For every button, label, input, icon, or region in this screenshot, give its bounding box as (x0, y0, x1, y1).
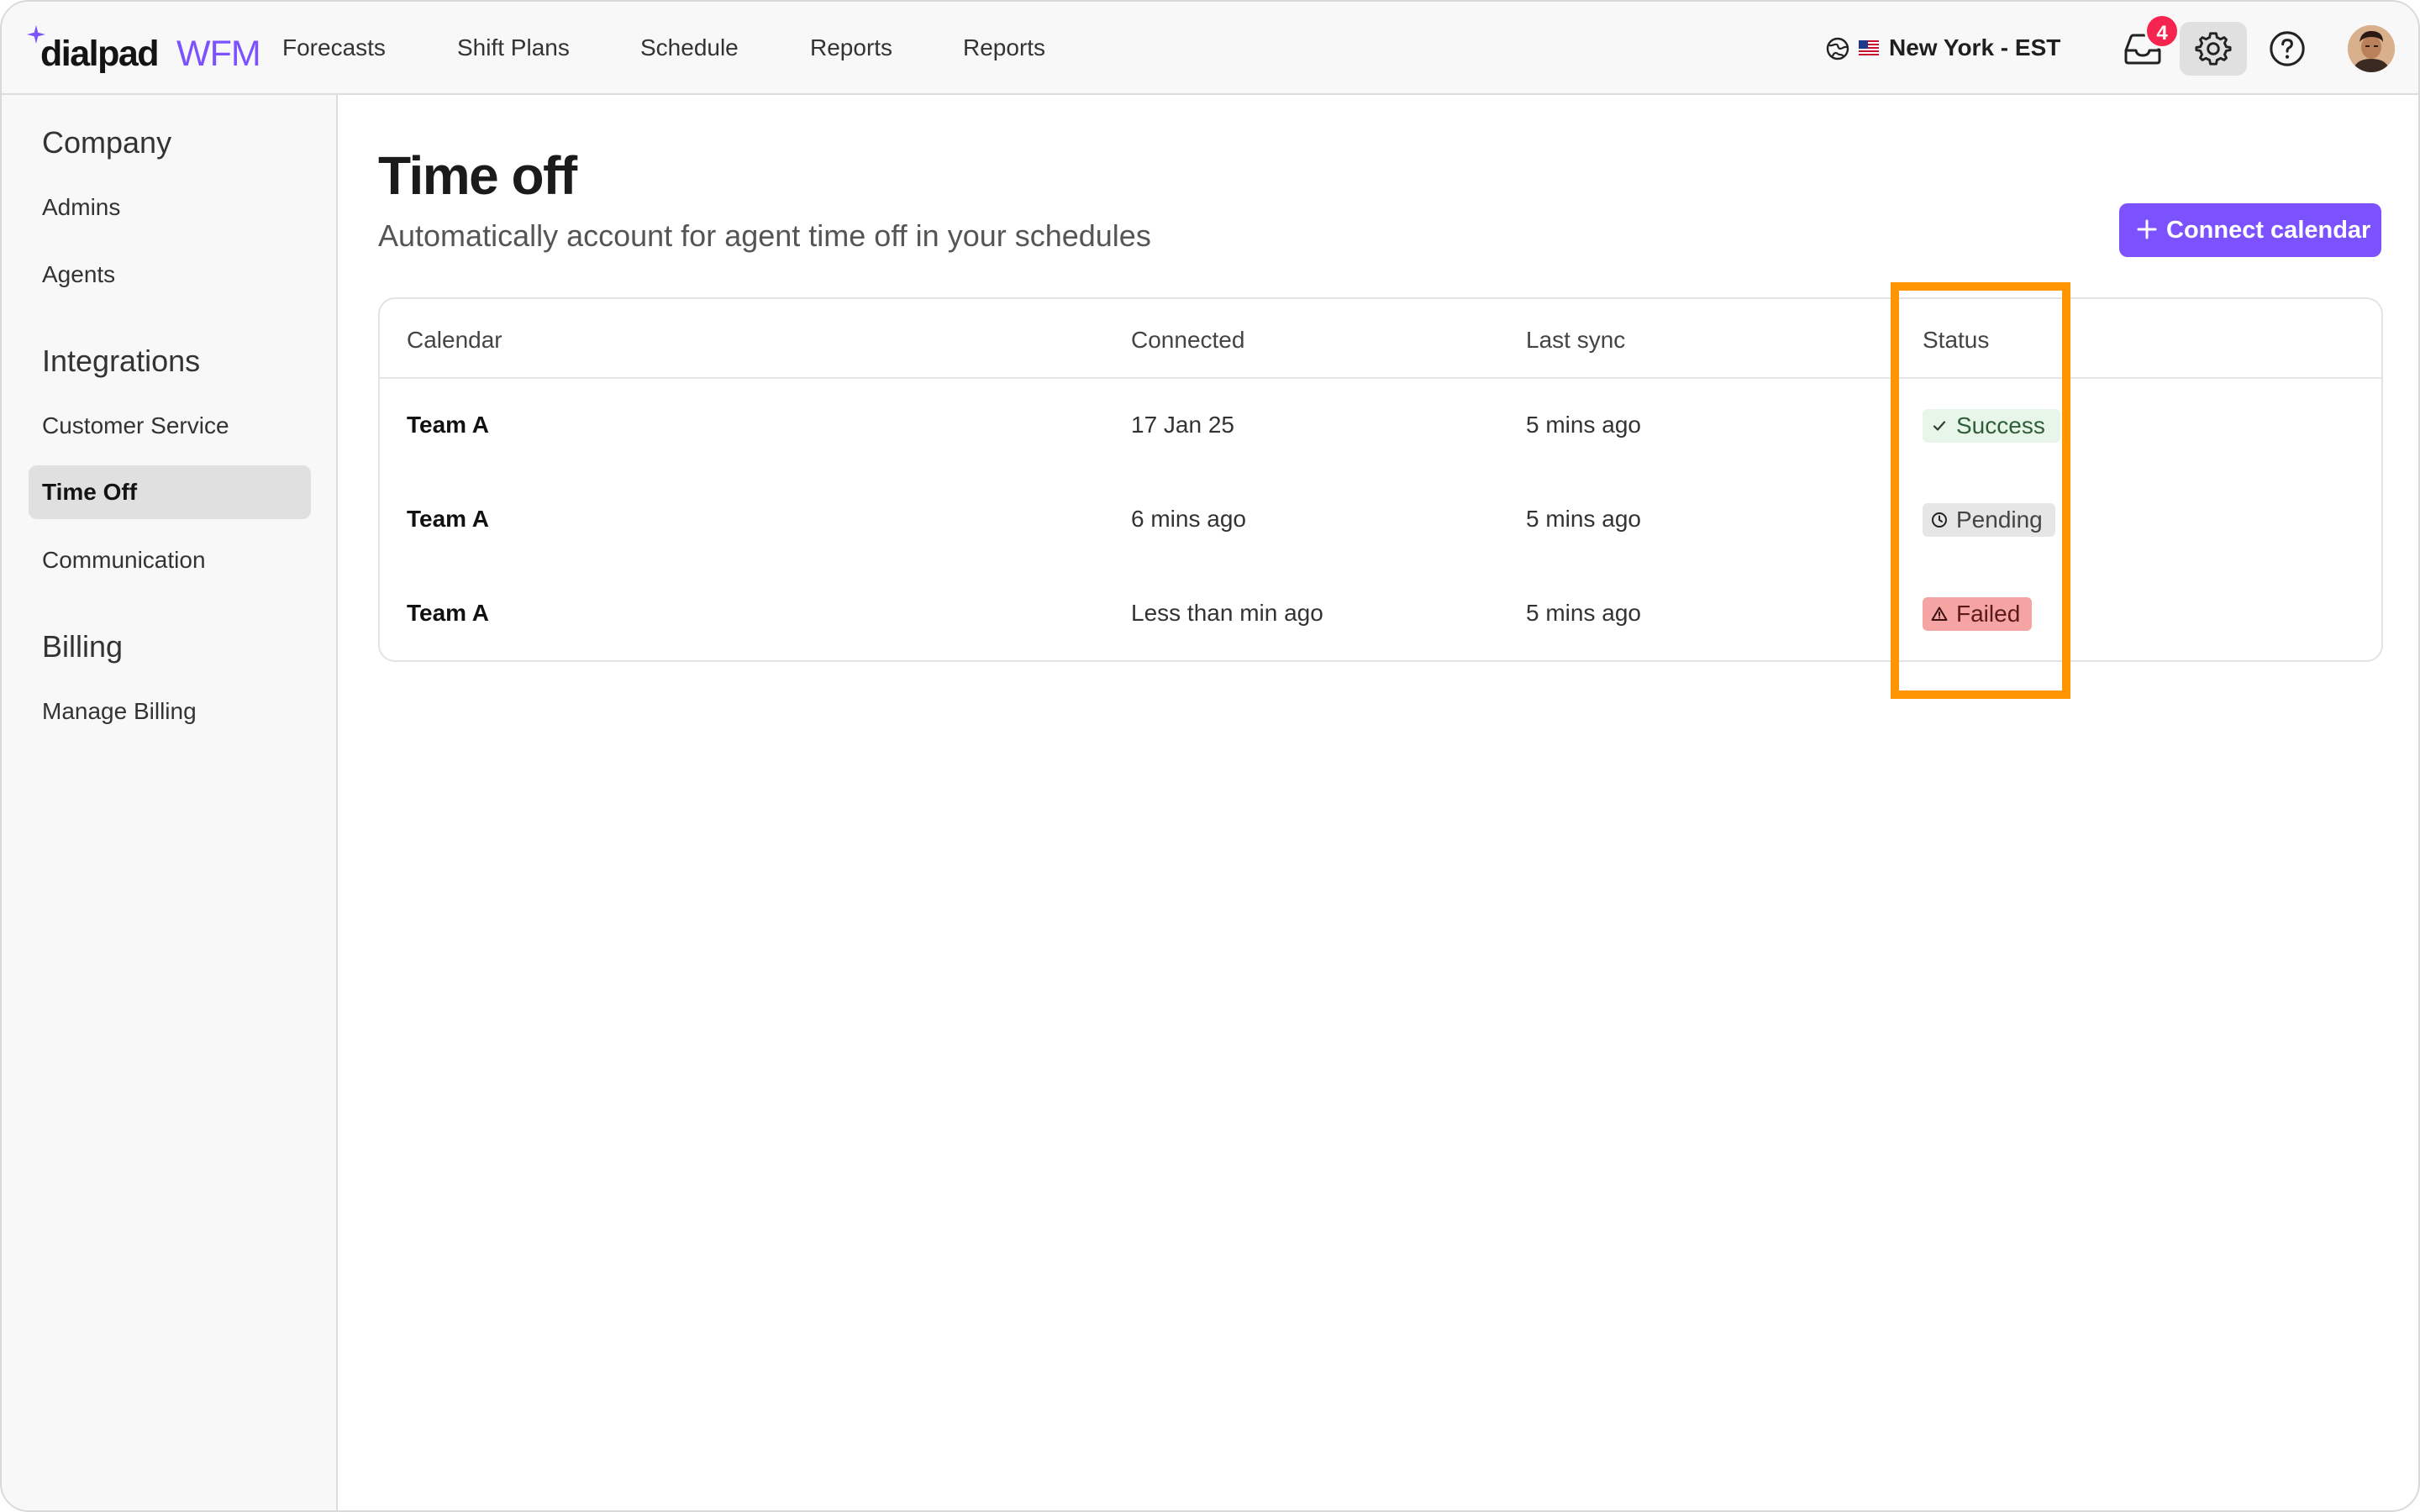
column-header-status: Status (1923, 327, 1990, 353)
calendar-name: Team A (407, 506, 490, 532)
top-navigation-bar: dialpad WFM Forecasts Shift Plans Schedu… (2, 2, 2418, 95)
nav-reports[interactable]: Reports (810, 34, 892, 62)
last-sync: 5 mins ago (1526, 600, 1641, 626)
calendar-table: Calendar Connected Last sync Status Team… (378, 297, 2383, 662)
plus-icon (2137, 219, 2157, 239)
clock-icon (1932, 512, 1947, 528)
status-text: Failed (1956, 601, 2021, 627)
nav-shift-plans[interactable]: Shift Plans (457, 34, 570, 62)
sidebar-heading-integrations: Integrations (42, 344, 201, 378)
sidebar-item-communication[interactable]: Communication (42, 546, 206, 575)
calendar-name: Team A (407, 412, 490, 438)
connected-date: Less than min ago (1131, 600, 1323, 626)
status-text: Success (1956, 412, 2045, 438)
settings-sidebar: Company Admins Agents Integrations Custo… (2, 95, 338, 1510)
gear-icon (2195, 32, 2232, 66)
app-window: dialpad WFM Forecasts Shift Plans Schedu… (0, 0, 2420, 1512)
column-header-calendar: Calendar (407, 327, 502, 353)
sidebar-heading-billing: Billing (42, 629, 124, 664)
timezone-label: New York - EST (1889, 34, 2061, 60)
sidebar-item-admins[interactable]: Admins (42, 193, 120, 222)
calendar-name: Team A (407, 600, 490, 626)
avatar-image (2348, 25, 2395, 72)
sidebar-item-customer-service[interactable]: Customer Service (42, 412, 229, 440)
status-badge-failed: Failed (1923, 597, 2032, 631)
warning-icon (1931, 606, 1948, 621)
globe-icon (1826, 37, 1849, 60)
last-sync: 5 mins ago (1526, 412, 1641, 438)
connect-calendar-label: Connect calendar (2166, 217, 2371, 244)
sidebar-item-time-off[interactable]: Time Off (29, 465, 311, 519)
table-row[interactable]: Team A 17 Jan 25 5 mins ago Success (380, 379, 2381, 473)
page-subtitle: Automatically account for agent time off… (378, 218, 1151, 253)
connect-calendar-button[interactable]: Connect calendar (2119, 203, 2381, 257)
table-row[interactable]: Team A Less than min ago 5 mins ago Fail… (380, 567, 2381, 661)
help-button[interactable] (2254, 22, 2321, 76)
nav-schedule[interactable]: Schedule (640, 34, 739, 62)
logo-text-wfm: WFM (176, 34, 261, 74)
connected-date: 6 mins ago (1131, 506, 1246, 532)
sidebar-heading-company: Company (42, 125, 172, 160)
column-header-last-sync: Last sync (1526, 327, 1626, 353)
nav-reports-2[interactable]: Reports (963, 34, 1045, 62)
status-badge-pending: Pending (1923, 503, 2055, 537)
connected-date: 17 Jan 25 (1131, 412, 1234, 438)
help-icon (2270, 31, 2305, 66)
column-header-connected: Connected (1131, 327, 1245, 353)
check-icon (1933, 421, 1946, 431)
sidebar-item-manage-billing[interactable]: Manage Billing (42, 697, 197, 726)
sidebar-item-agents[interactable]: Agents (42, 260, 115, 289)
us-flag-icon (1859, 40, 1879, 55)
last-sync: 5 mins ago (1526, 506, 1641, 532)
status-text: Pending (1956, 507, 2043, 533)
user-avatar[interactable] (2348, 25, 2395, 72)
status-badge-success: Success (1923, 409, 2060, 443)
page-title: Time off (378, 145, 577, 206)
table-row[interactable]: Team A 6 mins ago 5 mins ago Pending (380, 473, 2381, 567)
notification-count-badge: 4 (2144, 13, 2180, 49)
settings-button[interactable] (2180, 22, 2247, 76)
logo-text-dialpad: dialpad (40, 34, 160, 74)
nav-forecasts[interactable]: Forecasts (282, 34, 386, 62)
